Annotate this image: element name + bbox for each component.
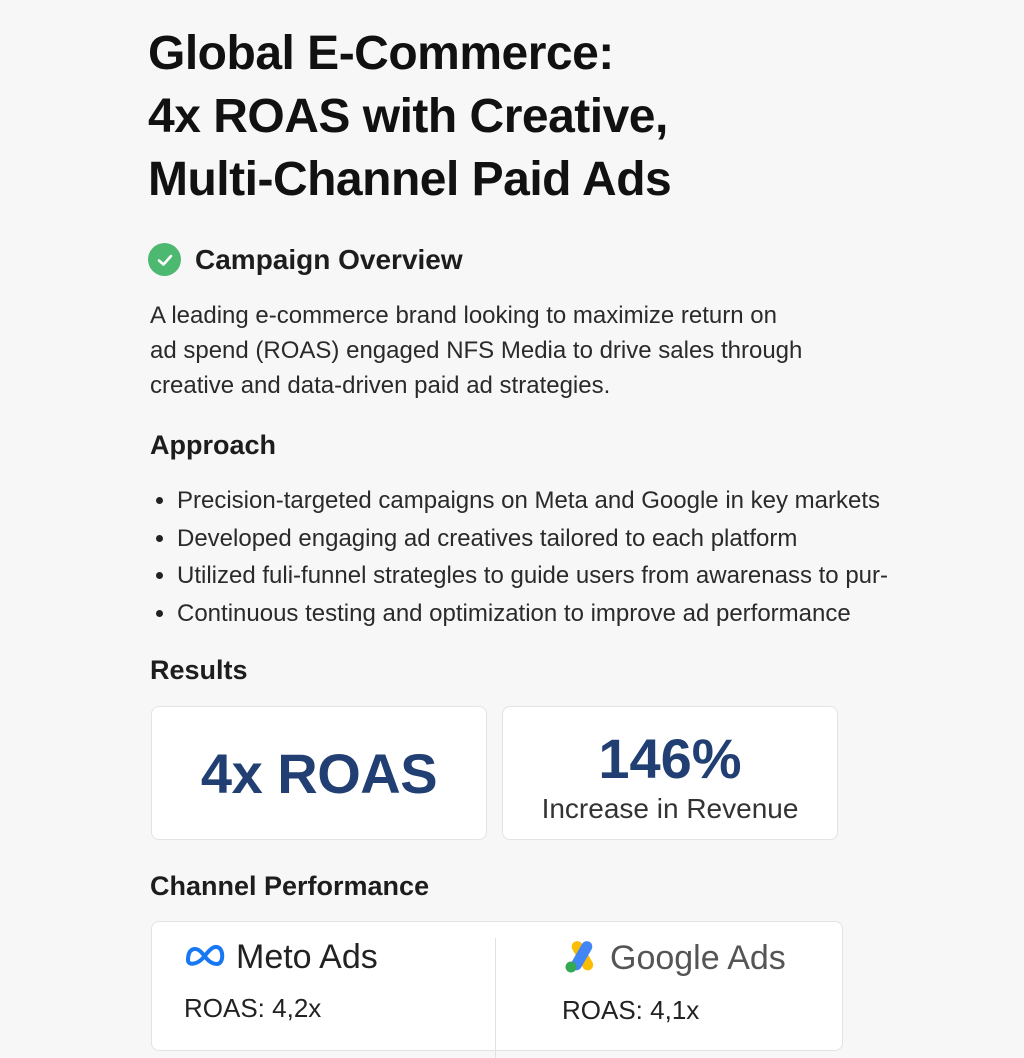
list-item: Utilized fuli-funnel strategles to guide… (150, 557, 888, 595)
bullet-icon (156, 609, 163, 617)
overview-line: A leading e-commerce brand looking to ma… (150, 302, 777, 329)
overview-line: ad spend (ROAS) engaged NFS Media to dri… (150, 337, 803, 364)
google-ads-logo-icon (562, 938, 602, 979)
meta-logo-icon (184, 942, 228, 973)
meta-ads-channel: Meto Ads ROAS: 4,2x (184, 938, 378, 1024)
list-item-text: Developed engaging ad creatives tailored… (177, 524, 798, 552)
list-item: Developed engaging ad creatives tailored… (150, 520, 888, 558)
list-item-text: Continuous testing and optimization to i… (177, 599, 851, 627)
results-heading: Results (150, 655, 248, 685)
revenue-label: Increase in Revenue (541, 793, 799, 824)
revenue-result-card: 146% Increase in Revenue (502, 706, 838, 840)
google-ads-channel: Google Ads ROAS: 4,1x (562, 938, 786, 1026)
channel-performance-card: Meto Ads ROAS: 4,2x Google Ads ROAS: 4,1… (151, 921, 843, 1058)
check-circle-icon (148, 243, 181, 276)
google-ads-roas: ROAS: 4,1x (562, 995, 700, 1025)
page-title: Global E-Commerce: 4x ROAS with Creative… (148, 22, 908, 211)
meta-ads-name: Meto Ads (236, 938, 378, 976)
bullet-icon (156, 572, 163, 580)
overview-line: creative and data-driven paid ad strateg… (150, 372, 611, 399)
list-item-text: Precision-targeted campaigns on Meta and… (177, 487, 881, 514)
title-line-3: Multi-Channel Paid Ads (148, 153, 672, 206)
channel-divider (495, 938, 496, 1058)
title-line-2: 4x ROAS with Creative, (148, 90, 668, 143)
approach-heading: Approach (150, 430, 277, 460)
approach-list: Precision-targeted campaigns on Meta and… (150, 482, 888, 632)
meta-ads-roas: ROAS: 4,2x (184, 993, 322, 1023)
bullet-icon (156, 497, 163, 505)
campaign-overview-heading: Campaign Overview (148, 243, 463, 276)
list-item-text: Utilized fuli-funnel strategles to guide… (177, 562, 888, 589)
google-ads-name: Google Ads (610, 939, 786, 977)
revenue-value: 146% (598, 727, 742, 790)
list-item: Continuous testing and optimization to i… (150, 595, 888, 633)
roas-value: 4x ROAS (200, 741, 438, 805)
list-item: Precision-targeted campaigns on Meta and… (150, 482, 888, 520)
overview-paragraph: A leading e-commerce brand looking to ma… (150, 298, 870, 403)
title-line-1: Global E-Commerce: (148, 27, 614, 80)
bullet-icon (156, 534, 163, 542)
roas-result-card: 4x ROAS (151, 706, 487, 840)
overview-title: Campaign Overview (195, 243, 463, 275)
channel-performance-heading: Channel Performance (150, 871, 430, 901)
